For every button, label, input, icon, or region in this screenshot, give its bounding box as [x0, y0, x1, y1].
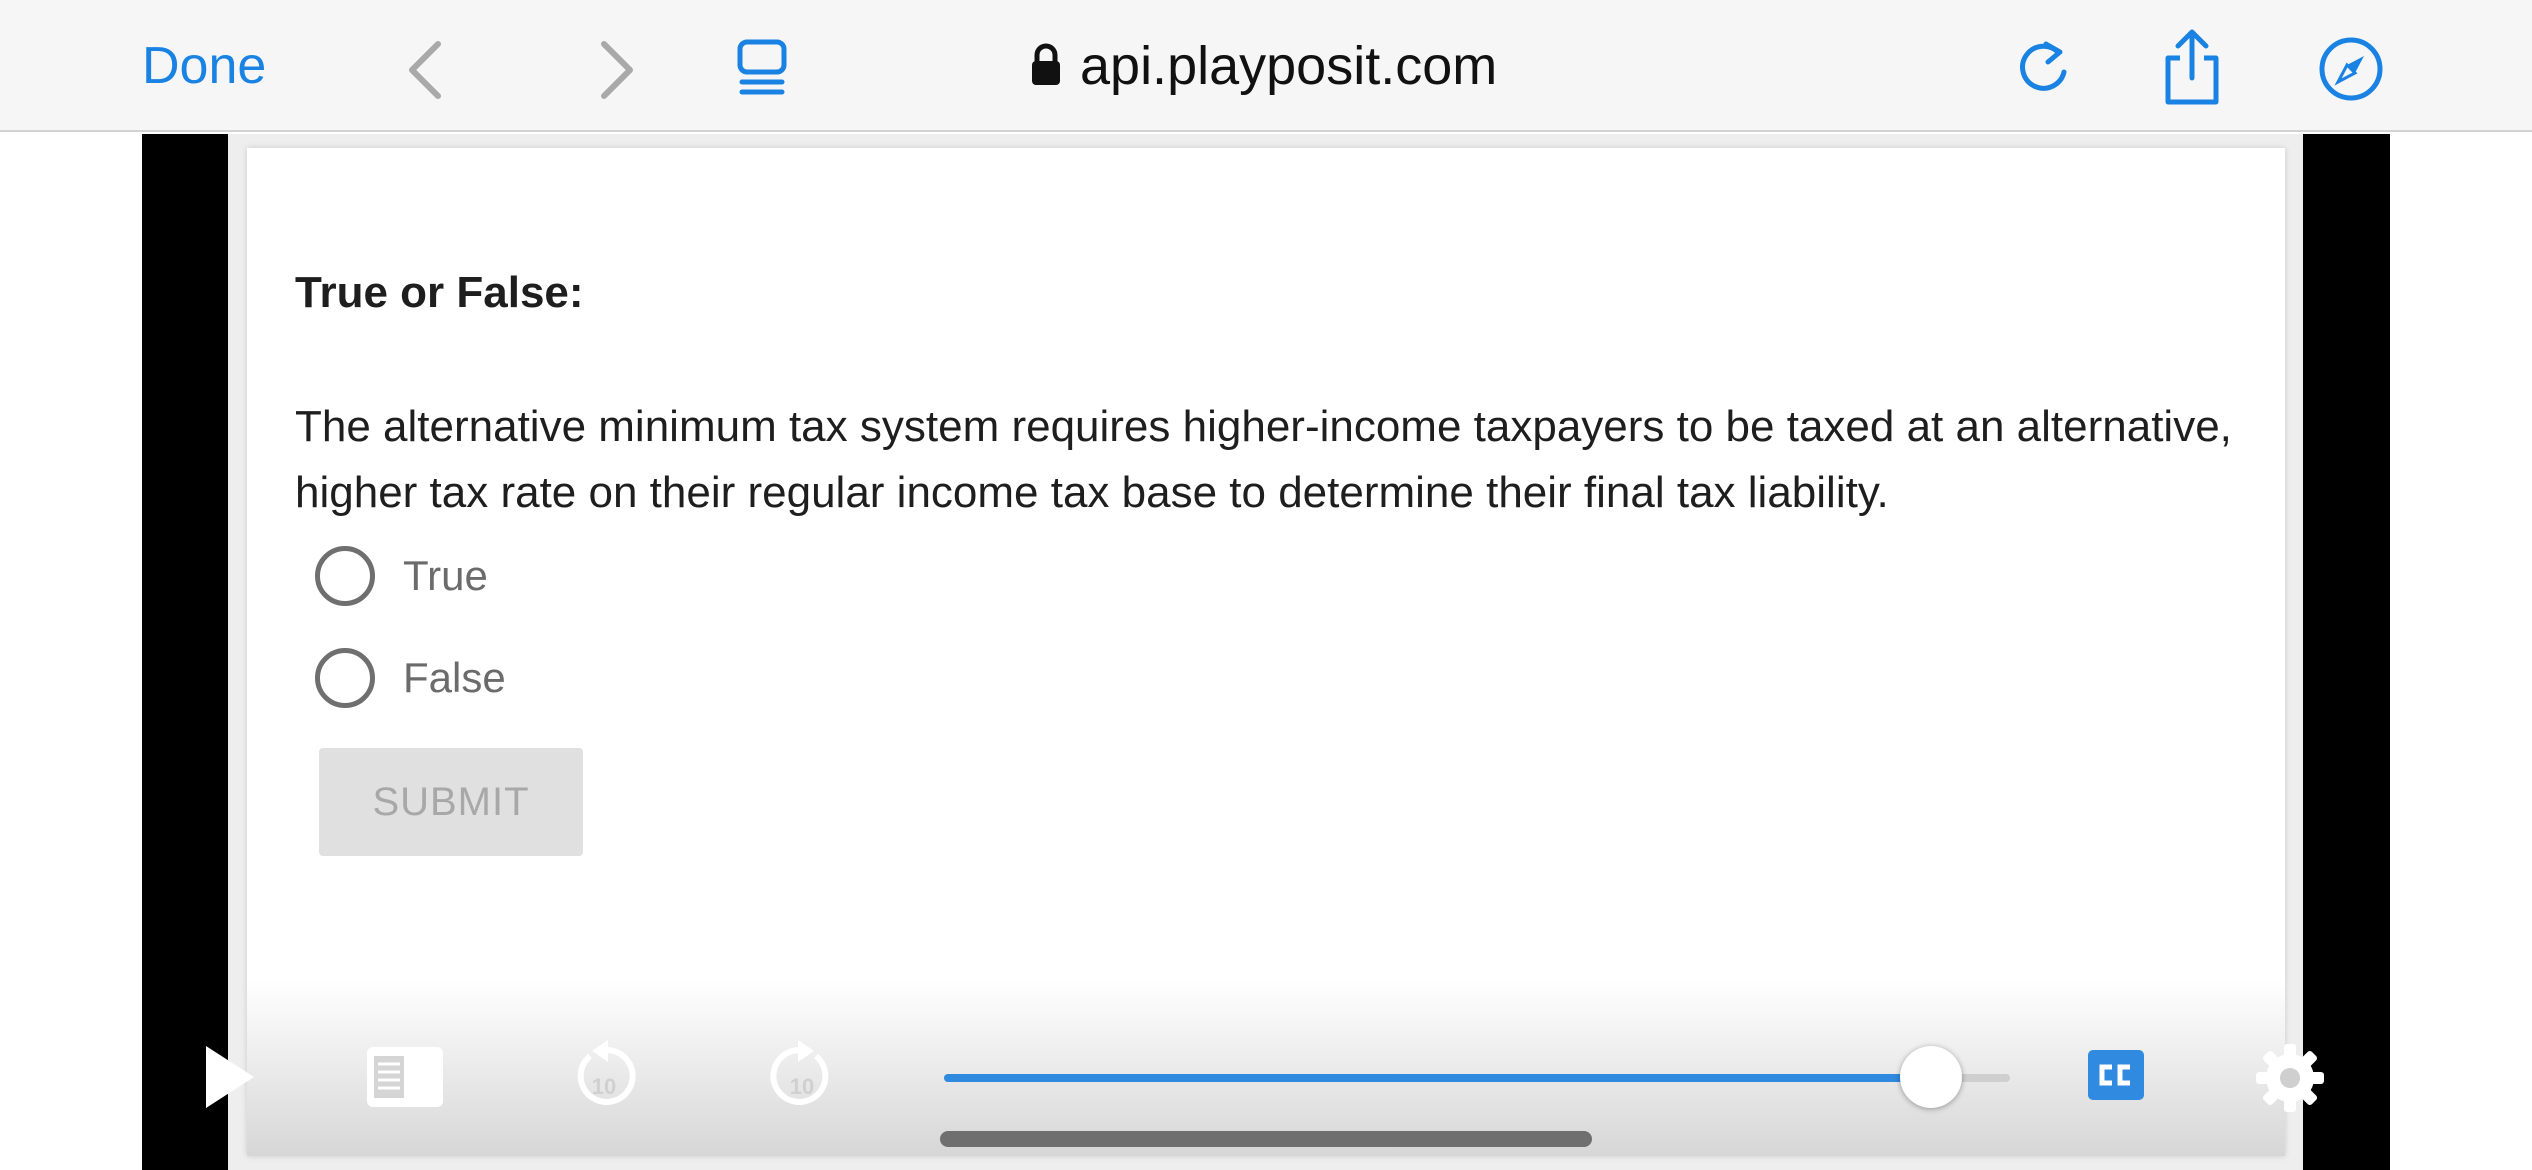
tab-overview-icon[interactable] — [736, 38, 788, 96]
forward-10-icon[interactable]: 10 — [766, 1038, 838, 1114]
url-text: api.playposit.com — [1080, 36, 1498, 96]
play-icon[interactable] — [204, 1044, 256, 1110]
captions-icon[interactable] — [2088, 1050, 2144, 1100]
rewind-10-icon[interactable]: 10 — [568, 1038, 640, 1114]
option-false[interactable]: False — [315, 648, 506, 708]
transcript-icon[interactable] — [366, 1046, 444, 1108]
forward-seconds-label: 10 — [790, 1074, 814, 1099]
browser-toolbar: Done api.playposit.com — [0, 0, 2532, 132]
radio-button[interactable] — [315, 648, 375, 708]
compass-icon[interactable] — [2318, 36, 2384, 102]
option-label: True — [403, 552, 488, 599]
done-button[interactable]: Done — [142, 36, 266, 96]
progress-track[interactable] — [944, 1074, 2010, 1082]
address-bar[interactable]: api.playposit.com — [1030, 34, 1497, 98]
share-icon[interactable] — [2160, 28, 2224, 106]
question-text: The alternative minimum tax system requi… — [295, 402, 2232, 517]
question-title: True or False: — [295, 268, 584, 317]
letterbox-right — [2303, 134, 2390, 1170]
option-true[interactable]: True — [315, 546, 488, 606]
lock-icon — [1030, 42, 1062, 91]
chevron-right-icon[interactable] — [594, 40, 640, 100]
chevron-left-icon[interactable] — [402, 40, 448, 100]
settings-gear-icon[interactable] — [2254, 1042, 2326, 1114]
submit-button[interactable]: SUBMIT — [319, 748, 583, 856]
option-label: False — [403, 654, 506, 701]
radio-button[interactable] — [315, 546, 375, 606]
player-controls-bar — [247, 980, 2285, 1156]
rewind-seconds-label: 10 — [592, 1074, 616, 1099]
progress-fill — [944, 1074, 1932, 1082]
reload-icon[interactable] — [2016, 38, 2072, 96]
home-indicator — [940, 1131, 1592, 1147]
progress-scrubber[interactable] — [1900, 1046, 1963, 1108]
letterbox-left — [142, 134, 228, 1170]
